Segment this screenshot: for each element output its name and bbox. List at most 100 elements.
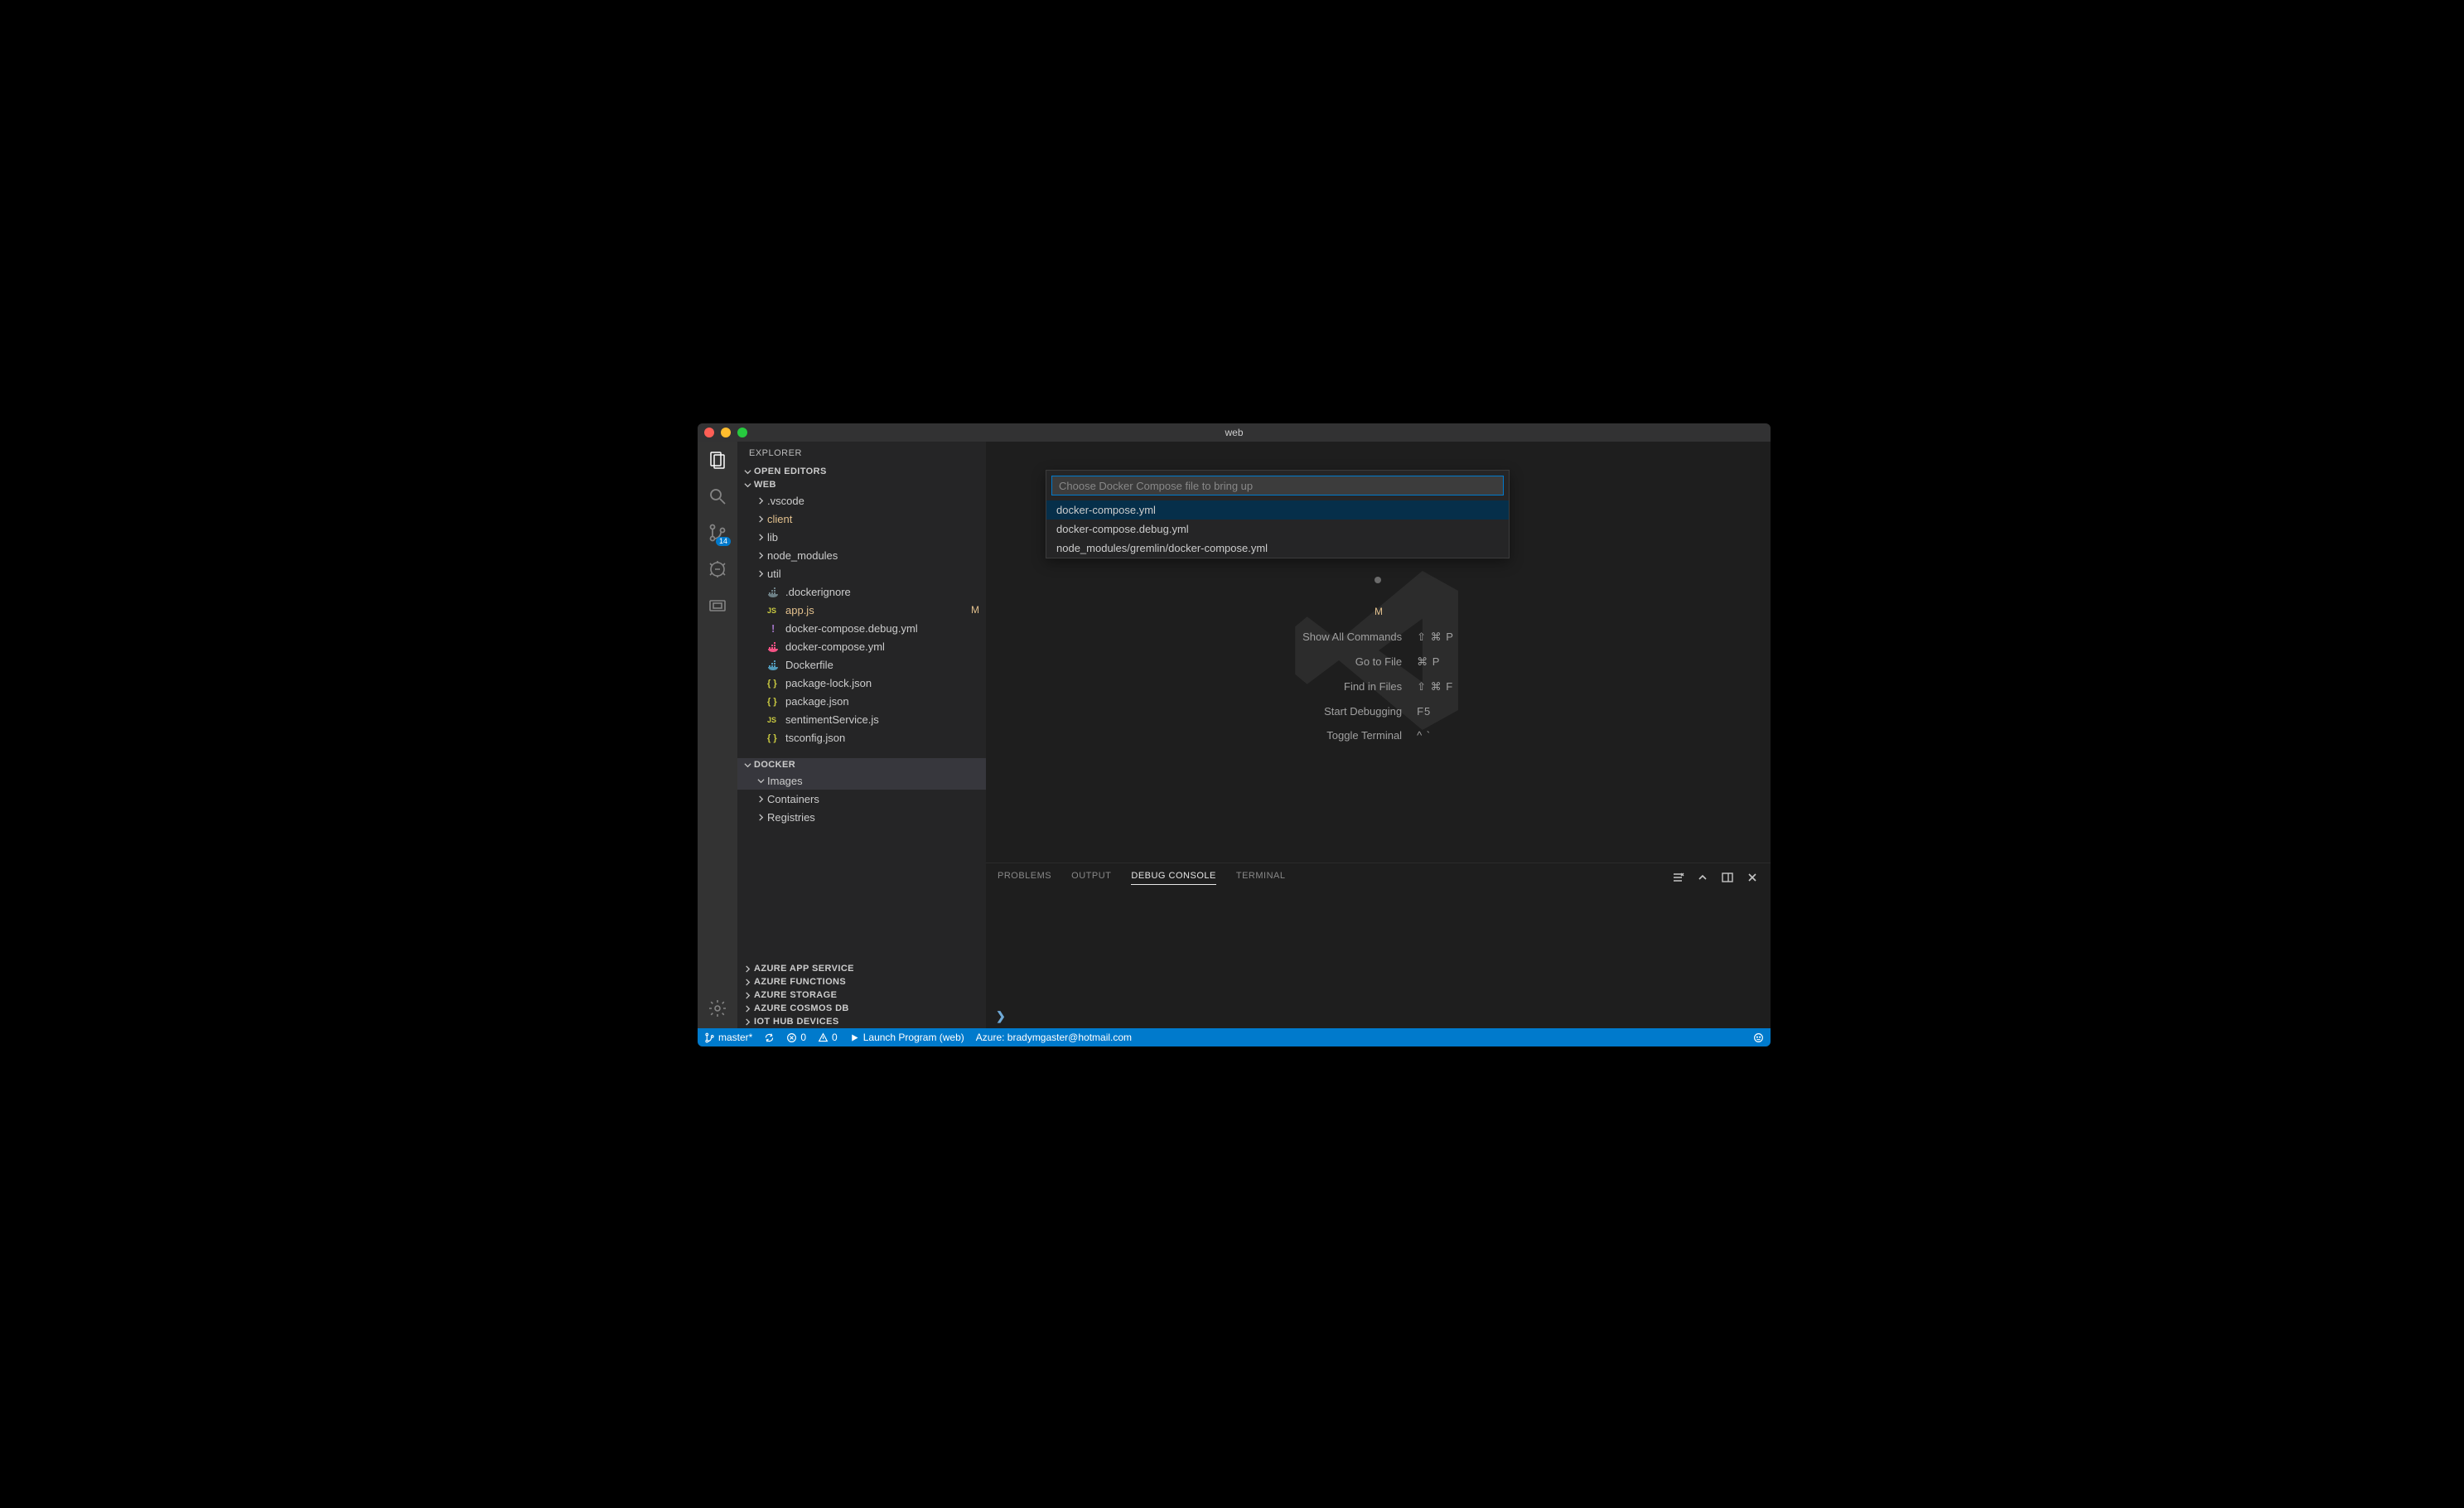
collapse-icon[interactable] bbox=[1696, 871, 1709, 884]
docker-tree-item[interactable]: Containers bbox=[737, 790, 986, 808]
chevron-down-icon bbox=[742, 481, 752, 489]
activity-debug[interactable] bbox=[706, 558, 729, 581]
tree-folder[interactable]: .vscode bbox=[737, 491, 986, 510]
panel-tab[interactable]: OUTPUT bbox=[1071, 871, 1111, 884]
panel-tab[interactable]: DEBUG CONSOLE bbox=[1131, 871, 1215, 885]
quick-open-palette: Choose Docker Compose file to bring up d… bbox=[1046, 470, 1510, 558]
tree-file[interactable]: Dockerfile bbox=[737, 655, 986, 674]
tree-file[interactable]: { } package-lock.json bbox=[737, 674, 986, 692]
status-branch[interactable]: master* bbox=[704, 1032, 752, 1043]
chevron-right-icon bbox=[742, 965, 752, 973]
minimize-icon[interactable] bbox=[721, 428, 731, 437]
welcome-shortcut-keys: ⇧ ⌘ P bbox=[1417, 631, 1454, 644]
section-collapsed[interactable]: AZURE FUNCTIONS bbox=[737, 975, 986, 988]
welcome-shortcut-label: Find in Files bbox=[1302, 680, 1402, 694]
section-collapsed[interactable]: AZURE STORAGE bbox=[737, 988, 986, 1002]
chevron-right-icon bbox=[742, 992, 752, 999]
svg-text:JS: JS bbox=[767, 716, 776, 724]
tree-folder[interactable]: util bbox=[737, 564, 986, 582]
tree-item-label: Images bbox=[767, 775, 979, 787]
close-panel-icon[interactable] bbox=[1746, 871, 1759, 884]
chevron-right-icon bbox=[756, 814, 766, 821]
welcome-shortcut-keys: F5 bbox=[1417, 705, 1454, 718]
status-launch[interactable]: Launch Program (web) bbox=[849, 1032, 964, 1043]
section-open-editors[interactable]: OPEN EDITORS bbox=[737, 465, 986, 478]
status-errors[interactable]: 0 bbox=[786, 1032, 806, 1043]
activity-docker[interactable] bbox=[706, 594, 729, 617]
chevron-right-icon bbox=[756, 497, 766, 505]
tree-item-label: util bbox=[767, 568, 979, 580]
chevron-right-icon bbox=[742, 1005, 752, 1013]
panel-tab[interactable]: PROBLEMS bbox=[998, 871, 1051, 884]
tree-item-label: docker-compose.yml bbox=[785, 640, 979, 653]
section-workspace[interactable]: WEB bbox=[737, 478, 986, 491]
file-icon bbox=[767, 658, 780, 671]
chevron-down-icon bbox=[756, 777, 766, 785]
tree-file[interactable]: { }package.json bbox=[737, 692, 986, 710]
workspace-tree: .vscode client lib node_modulesutil .dockeri… bbox=[737, 491, 986, 747]
svg-text:{ }: { } bbox=[767, 697, 777, 707]
section-docker[interactable]: DOCKER bbox=[737, 758, 986, 771]
docker-tree-item[interactable]: Registries bbox=[737, 808, 986, 826]
file-icon: JS bbox=[767, 713, 780, 726]
titlebar: web bbox=[698, 423, 1771, 442]
activity-source-control[interactable]: 14 bbox=[706, 521, 729, 544]
svg-text:!: ! bbox=[771, 622, 775, 635]
status-sync[interactable] bbox=[764, 1032, 775, 1043]
vscode-window: web 14 bbox=[698, 423, 1771, 1046]
welcome-shortcut-keys: ^ ` bbox=[1417, 729, 1454, 742]
quick-open-placeholder: Choose Docker Compose file to bring up bbox=[1059, 480, 1253, 492]
file-icon bbox=[767, 640, 780, 653]
section-collapsed[interactable]: AZURE APP SERVICE bbox=[737, 962, 986, 975]
debug-console-prompt[interactable]: ❯ bbox=[996, 1009, 1006, 1023]
docker-tree-item[interactable]: Images bbox=[737, 771, 986, 790]
tree-file[interactable]: { }tsconfig.json bbox=[737, 728, 986, 747]
status-feedback[interactable] bbox=[1753, 1032, 1764, 1043]
close-icon[interactable] bbox=[704, 428, 714, 437]
quick-open-item[interactable]: node_modules/gremlin/docker-compose.yml bbox=[1046, 539, 1509, 558]
welcome-shortcut-label: Show All Commands bbox=[1302, 631, 1402, 644]
activity-search[interactable] bbox=[706, 485, 729, 508]
tree-item-label: .dockerignore bbox=[785, 586, 979, 598]
tree-item-label: sentimentService.js bbox=[785, 713, 979, 726]
zoom-icon[interactable] bbox=[737, 428, 747, 437]
chevron-down-icon bbox=[742, 468, 752, 476]
welcome-shortcut-keys: ⇧ ⌘ F bbox=[1417, 680, 1454, 694]
section-collapsed[interactable]: IOT HUB DEVICES bbox=[737, 1015, 986, 1028]
svg-text:{ }: { } bbox=[767, 679, 777, 689]
git-modified-badge: M bbox=[1375, 606, 1383, 617]
tree-file[interactable]: JSapp.jsM bbox=[737, 601, 986, 619]
tree-item-label: lib bbox=[767, 531, 979, 544]
panel-tab[interactable]: TERMINAL bbox=[1236, 871, 1286, 884]
activity-explorer[interactable] bbox=[706, 448, 729, 471]
bottom-panel: PROBLEMS OUTPUT DEBUG CONSOLE TERMINAL ❯ bbox=[986, 863, 1771, 1028]
tree-item-label: Dockerfile bbox=[785, 659, 979, 671]
tree-item-label: Containers bbox=[767, 793, 979, 805]
status-azure[interactable]: Azure: bradymgaster@hotmail.com bbox=[976, 1032, 1132, 1043]
tree-file[interactable]: JS sentimentService.js bbox=[737, 710, 986, 728]
tree-folder[interactable]: node_modules bbox=[737, 546, 986, 564]
activity-settings[interactable] bbox=[706, 997, 729, 1020]
tree-item-label: package-lock.json bbox=[785, 677, 979, 689]
clear-console-icon[interactable] bbox=[1671, 871, 1684, 884]
section-collapsed[interactable]: AZURE COSMOS DB bbox=[737, 1002, 986, 1015]
tree-item-label: Registries bbox=[767, 811, 979, 824]
svg-text:{ }: { } bbox=[767, 733, 777, 743]
tree-file[interactable]: .dockerignore bbox=[737, 582, 986, 601]
toggle-panel-icon[interactable] bbox=[1721, 871, 1734, 884]
file-icon: ! bbox=[767, 621, 780, 635]
welcome-shortcut-keys: ⌘ P bbox=[1417, 655, 1454, 669]
quick-open-input[interactable]: Choose Docker Compose file to bring up bbox=[1051, 476, 1504, 495]
quick-open-item[interactable]: docker-compose.debug.yml bbox=[1046, 520, 1509, 539]
tree-folder[interactable]: client bbox=[737, 510, 986, 528]
tree-folder[interactable]: lib bbox=[737, 528, 986, 546]
file-icon: { } bbox=[767, 694, 780, 708]
debug-console-body[interactable]: ❯ bbox=[986, 892, 1771, 1028]
tree-file[interactable]: docker-compose.yml bbox=[737, 637, 986, 655]
modified-indicator-icon bbox=[1375, 577, 1381, 583]
window-title: web bbox=[698, 427, 1771, 438]
tree-item-label: .vscode bbox=[767, 495, 979, 507]
quick-open-item[interactable]: docker-compose.yml bbox=[1046, 500, 1509, 520]
tree-file[interactable]: !docker-compose.debug.yml bbox=[737, 619, 986, 637]
status-warnings[interactable]: 0 bbox=[818, 1032, 838, 1043]
